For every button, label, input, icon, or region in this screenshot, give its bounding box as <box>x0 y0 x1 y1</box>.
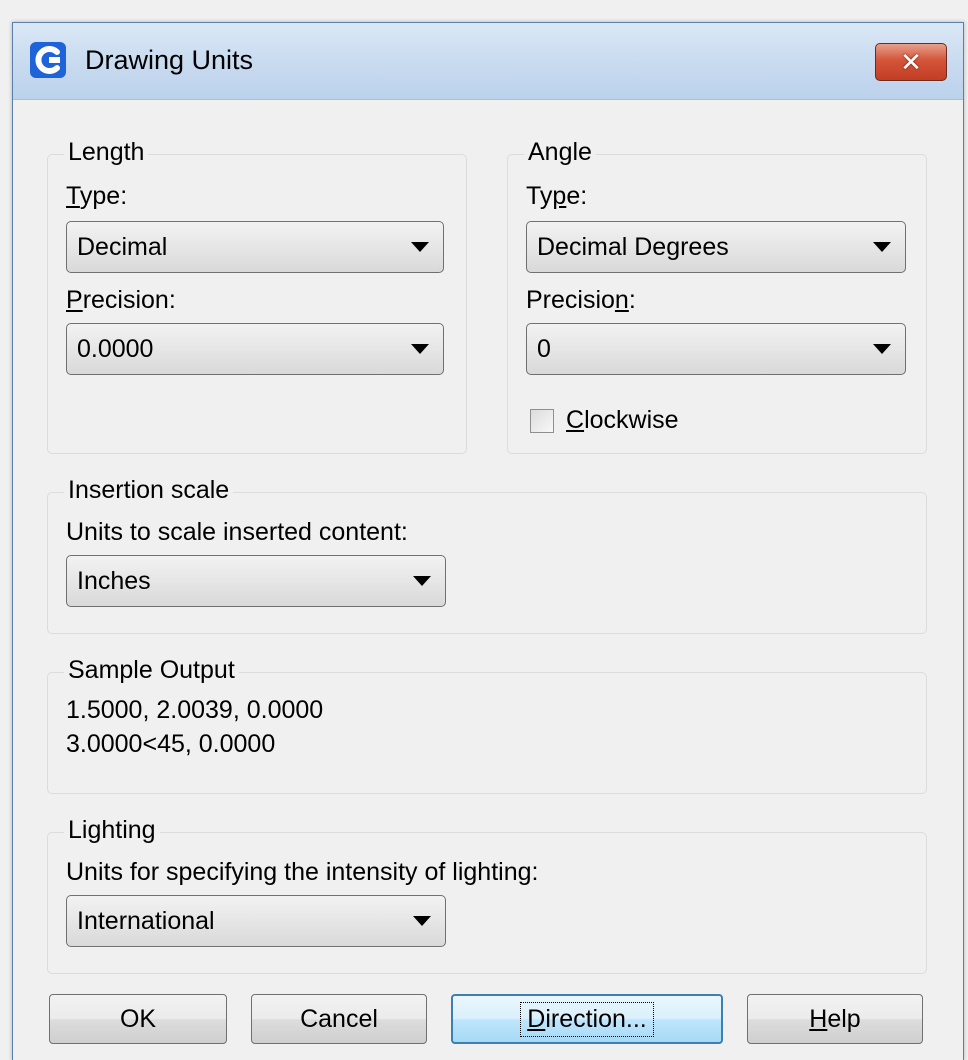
length-type-select[interactable]: Decimal <box>66 221 444 273</box>
sample-output-line-2: 3.0000<45, 0.0000 <box>66 730 276 758</box>
angle-type-value: Decimal Degrees <box>537 233 729 261</box>
title-bar[interactable]: Drawing Units ✕ <box>13 23 963 100</box>
lighting-legend: Lighting <box>64 813 160 847</box>
window-title: Drawing Units <box>85 45 254 75</box>
chevron-down-icon <box>413 916 431 926</box>
length-group: Length Type: Decimal Precision: 0.0000 <box>47 135 467 454</box>
insertion-units-label: Units to scale inserted content: <box>66 518 408 546</box>
chevron-down-icon <box>873 242 891 252</box>
direction-button[interactable]: Direction... <box>451 994 723 1044</box>
cancel-button[interactable]: Cancel <box>251 994 427 1044</box>
close-button[interactable]: ✕ <box>875 43 947 81</box>
app-logo-icon <box>30 42 66 78</box>
length-precision-select[interactable]: 0.0000 <box>66 323 444 375</box>
clockwise-checkbox[interactable] <box>530 409 554 433</box>
drawing-units-dialog: Drawing Units ✕ Length Type: Decimal Pre… <box>12 22 964 1060</box>
lighting-units-value: International <box>77 907 215 935</box>
ok-button[interactable]: OK <box>49 994 227 1044</box>
ok-button-label: OK <box>119 1004 157 1033</box>
chevron-down-icon <box>411 242 429 252</box>
length-precision-value: 0.0000 <box>77 335 154 363</box>
sample-output-legend: Sample Output <box>64 653 239 687</box>
angle-type-label: Type: <box>526 182 588 210</box>
insertion-scale-legend: Insertion scale <box>64 473 234 507</box>
cancel-button-label: Cancel <box>300 1004 378 1033</box>
help-button-label: Help <box>809 1004 861 1033</box>
insertion-units-value: Inches <box>77 567 151 595</box>
length-legend: Length <box>64 135 149 169</box>
sample-output-group: Sample Output 1.5000, 2.0039, 0.0000 3.0… <box>47 653 927 794</box>
clockwise-label[interactable]: Clockwise <box>566 405 679 435</box>
lighting-group: Lighting Units for specifying the intens… <box>47 813 927 974</box>
angle-legend: Angle <box>524 135 596 169</box>
insertion-scale-group: Insertion scale Units to scale inserted … <box>47 473 927 634</box>
direction-button-label: Direction... <box>520 1001 654 1037</box>
angle-type-select[interactable]: Decimal Degrees <box>526 221 906 273</box>
angle-group: Angle Type: Decimal Degrees Precision: 0… <box>507 135 927 454</box>
dialog-body: Length Type: Decimal Precision: 0.0000 A… <box>13 100 963 1060</box>
insertion-units-select[interactable]: Inches <box>66 555 446 607</box>
sample-output-line-1: 1.5000, 2.0039, 0.0000 <box>66 696 324 724</box>
angle-precision-value: 0 <box>537 335 551 363</box>
close-icon: ✕ <box>900 46 922 77</box>
chevron-down-icon <box>873 344 891 354</box>
angle-precision-label: Precision: <box>526 286 636 314</box>
length-type-value: Decimal <box>77 233 168 261</box>
chevron-down-icon <box>411 344 429 354</box>
length-type-label: Type: <box>66 182 128 210</box>
angle-precision-select[interactable]: 0 <box>526 323 906 375</box>
chevron-down-icon <box>413 576 431 586</box>
length-precision-label: Precision: <box>66 286 176 314</box>
lighting-units-select[interactable]: International <box>66 895 446 947</box>
lighting-units-label: Units for specifying the intensity of li… <box>66 858 539 886</box>
help-button[interactable]: Help <box>747 994 923 1044</box>
